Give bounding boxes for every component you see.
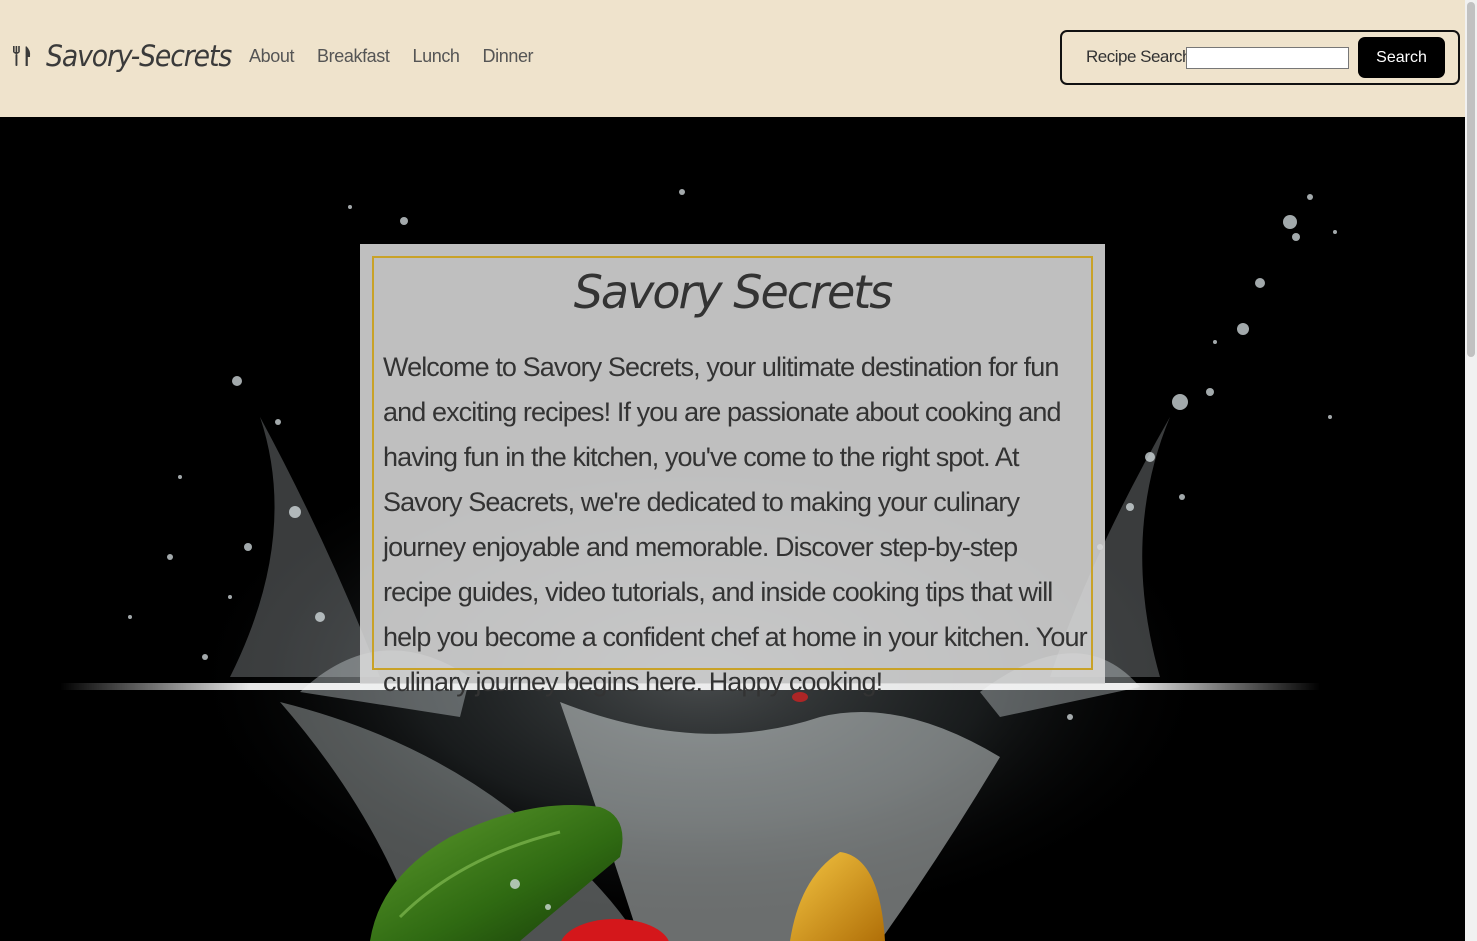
hero-section: Savory Secrets Welcome to Savory Secrets… [0,117,1465,941]
nav-link-dinner[interactable]: Dinner [483,46,534,67]
brand-name: Savory-Secrets [46,39,232,73]
navbar: Savory-Secrets About Breakfast Lunch Din… [0,0,1465,117]
welcome-card-frame: Savory Secrets Welcome to Savory Secrets… [372,256,1093,697]
search-button[interactable]: Search [1358,37,1445,78]
welcome-title: Savory Secrets [573,265,894,319]
welcome-card: Savory Secrets Welcome to Savory Secrets… [360,244,1105,697]
welcome-text: Welcome to Savory Secrets, your ulitimat… [383,352,1088,697]
scrollbar-thumb[interactable] [1467,2,1475,357]
page-scrollbar[interactable] [1465,0,1477,941]
recipe-search-form: Recipe Search: Search [1060,30,1460,85]
search-label: Recipe Search: [1086,47,1196,66]
nav-links: About Breakfast Lunch Dinner [249,43,556,69]
utensils-icon [12,46,32,66]
brand-link[interactable]: Savory-Secrets [12,36,247,76]
nav-link-lunch[interactable]: Lunch [412,46,459,67]
search-input[interactable] [1186,47,1349,69]
nav-link-about[interactable]: About [249,46,294,67]
nav-link-breakfast[interactable]: Breakfast [317,46,390,67]
